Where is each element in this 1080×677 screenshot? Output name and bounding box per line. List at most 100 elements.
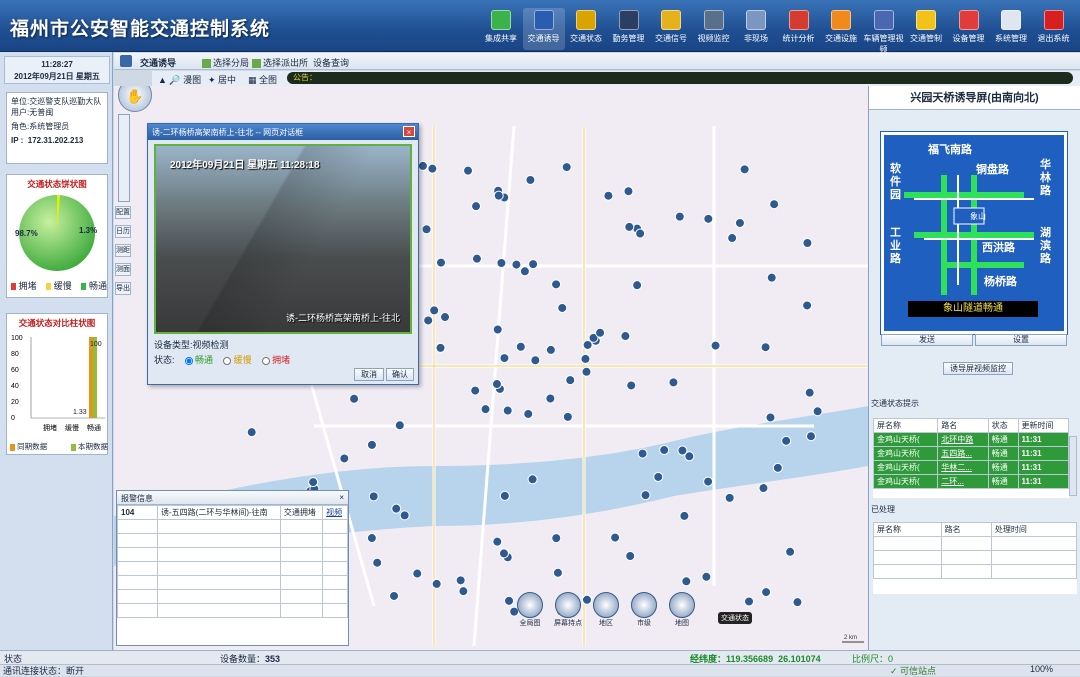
send-button[interactable]: 发送 (881, 334, 973, 346)
map-device-marker[interactable] (458, 586, 469, 597)
map-device-marker[interactable] (580, 353, 591, 364)
map-device-marker[interactable] (758, 483, 769, 494)
nav-guidance-button[interactable]: 交通诱导 (522, 8, 565, 50)
map-device-marker[interactable] (436, 257, 447, 268)
nav-settings-button[interactable]: 系统管理 (990, 8, 1032, 50)
map-device-marker[interactable] (703, 476, 714, 487)
map-device-marker[interactable] (760, 342, 771, 353)
map-device-marker[interactable] (389, 590, 400, 601)
map-device-marker[interactable] (492, 536, 503, 547)
nav-traffic-state-button[interactable]: 交通状态 (565, 8, 607, 50)
nav-tools-button[interactable]: 设备管理 (948, 8, 990, 50)
map-device-marker[interactable] (565, 375, 576, 386)
map-device-marker[interactable] (626, 380, 637, 391)
map-device-marker[interactable] (527, 474, 538, 485)
map-device-marker[interactable] (595, 327, 606, 338)
nav-vehicle-video-button[interactable]: 车辆管理视频 (863, 8, 905, 54)
map-device-marker[interactable] (701, 571, 712, 582)
map-tool-button[interactable]: 导出 (115, 282, 131, 295)
map-device-marker[interactable] (640, 490, 651, 501)
nav-exit-button[interactable]: 退出系统 (1033, 8, 1075, 50)
nav-signal-button[interactable]: 交通信号 (650, 8, 692, 50)
sign-video-monitor-button[interactable]: 诱导屏视频监控 (943, 362, 1013, 375)
map-device-marker[interactable] (421, 224, 432, 235)
map-device-marker[interactable] (681, 576, 692, 587)
status-table-row[interactable]: 金鸡山天桥(二环... 畅通 11:31 (873, 474, 1069, 489)
bottom-tool-button[interactable]: 屏幕持点 (552, 592, 584, 628)
map-device-marker[interactable] (394, 420, 405, 431)
scrollbar[interactable] (1069, 436, 1077, 496)
tab-title[interactable]: 交通诱导 (140, 56, 176, 69)
map-device-marker[interactable] (463, 165, 474, 176)
map-device-marker[interactable] (769, 199, 780, 210)
map-device-marker[interactable] (561, 162, 572, 173)
nav-chart-button[interactable]: 统计分析 (778, 8, 820, 50)
zoom-slider[interactable] (118, 114, 130, 202)
map-device-marker[interactable] (427, 163, 438, 174)
state-radio-0[interactable]: 畅通 (184, 355, 213, 365)
map-device-marker[interactable] (804, 387, 815, 398)
map-device-marker[interactable] (391, 503, 402, 514)
map-device-marker[interactable] (562, 411, 573, 422)
map-device-marker[interactable] (551, 279, 562, 290)
map-tool-button[interactable]: 配置 (115, 206, 131, 219)
map-device-marker[interactable] (246, 427, 257, 438)
bottom-tool-button[interactable]: 市级 (628, 592, 660, 628)
nav-share-button[interactable]: 集成共享 (480, 8, 522, 50)
map-device-marker[interactable] (349, 393, 360, 404)
map-device-marker[interactable] (530, 355, 541, 366)
map-device-marker[interactable] (632, 280, 643, 291)
map-tool-button[interactable]: 测距 (115, 244, 131, 257)
center-button[interactable]: ✦ 居中 (208, 73, 236, 86)
map-device-marker[interactable] (623, 186, 634, 197)
map-device-marker[interactable] (471, 253, 482, 264)
map-device-marker[interactable] (496, 257, 507, 268)
state-radio-1[interactable]: 缓慢 (223, 355, 252, 365)
setting-button[interactable]: 设置 (975, 334, 1067, 346)
map-device-marker[interactable] (480, 404, 491, 415)
map-device-marker[interactable] (710, 340, 721, 351)
map-device-marker[interactable] (703, 213, 714, 224)
fullmap-button[interactable]: ▦ 全图 (248, 73, 277, 86)
map-device-marker[interactable] (659, 445, 670, 456)
nav-barrier-button[interactable]: 交通管制 (905, 8, 947, 50)
map-device-marker[interactable] (624, 221, 635, 232)
map-device-marker[interactable] (739, 164, 750, 175)
map-device-marker[interactable] (620, 331, 631, 342)
map-device-marker[interactable] (519, 266, 530, 277)
map-device-marker[interactable] (417, 160, 428, 171)
select-station-button[interactable]: 选择派出所 (252, 56, 308, 69)
map-device-marker[interactable] (431, 578, 442, 589)
map-device-marker[interactable] (440, 312, 451, 323)
map-device-marker[interactable] (492, 324, 503, 335)
map-device-marker[interactable] (366, 439, 377, 450)
map-device-marker[interactable] (792, 597, 803, 608)
map-device-marker[interactable] (674, 211, 685, 222)
map-device-marker[interactable] (471, 201, 482, 212)
close-icon[interactable]: × (403, 126, 415, 137)
map-device-marker[interactable] (470, 385, 481, 396)
status-table-row[interactable]: 金鸡山天桥(北环中路 畅通 11:31 (873, 432, 1069, 447)
map-device-marker[interactable] (525, 174, 536, 185)
map-device-marker[interactable] (668, 377, 679, 388)
map-device-marker[interactable] (498, 548, 509, 559)
bottom-tool-button[interactable]: 地图 (666, 592, 698, 628)
map-device-marker[interactable] (504, 595, 515, 606)
map-device-marker[interactable] (528, 259, 539, 270)
map-device-marker[interactable] (455, 575, 466, 586)
map-device-marker[interactable] (545, 344, 556, 355)
map-device-marker[interactable] (802, 300, 813, 311)
device-query-button[interactable]: 设备查询 (313, 56, 349, 69)
map-device-marker[interactable] (366, 533, 377, 544)
bottom-tool-button[interactable]: 地区 (590, 592, 622, 628)
map-device-marker[interactable] (802, 238, 813, 249)
map-device-marker[interactable] (511, 259, 522, 270)
map-tool-button[interactable]: 测面 (115, 263, 131, 276)
map-device-marker[interactable] (610, 532, 621, 543)
cancel-button[interactable]: 取消 (354, 368, 384, 381)
map-device-marker[interactable] (635, 228, 646, 239)
map-device-marker[interactable] (491, 379, 502, 390)
alarm-close-icon[interactable]: × (339, 493, 344, 502)
map-device-marker[interactable] (435, 342, 446, 353)
map-device-marker[interactable] (308, 477, 319, 488)
